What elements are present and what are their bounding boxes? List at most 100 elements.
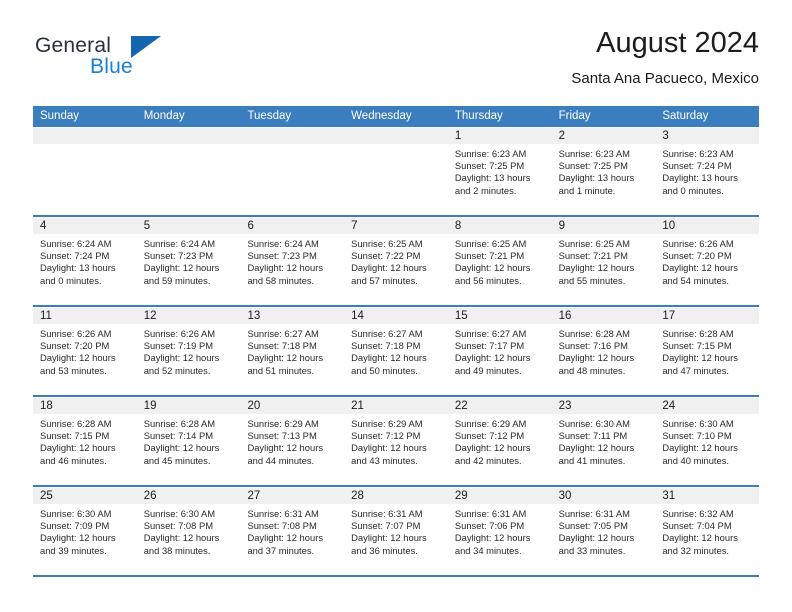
day-sun-info: Sunrise: 6:28 AM Sunset: 7:15 PM Daylight:… (655, 324, 759, 377)
day-number: 12 (143, 310, 157, 322)
day-cell[interactable]: 25 Sunrise: 6:30 AM Sunset: 7:09 PM Dayligh… (33, 487, 137, 575)
sunrise-text: Sunrise: 6:26 AM (662, 238, 734, 249)
day-cell[interactable]: 23 Sunrise: 6:30 AM Sunset: 7:11 PM Dayligh… (551, 397, 656, 485)
day-number-band (136, 127, 241, 144)
day-cell[interactable]: 31 Sunrise: 6:32 AM Sunset: 7:04 PM Dayligh… (655, 487, 760, 575)
daylight-text-line1: Daylight: 12 hours (558, 262, 635, 274)
sunset-text: Sunset: 7:24 PM (40, 250, 110, 262)
day-number: 24 (662, 400, 676, 412)
sunrise-text: Sunrise: 6:25 AM (454, 238, 527, 249)
day-sun-info: Sunrise: 6:25 AM Sunset: 7:21 PM Daylight:… (448, 234, 552, 287)
day-number-band: 13 (240, 307, 345, 324)
daylight-text-line1: Daylight: 12 hours (40, 352, 116, 364)
day-cell[interactable]: 1 Sunrise: 6:23 AM Sunset: 7:25 PM Daylight… (447, 127, 552, 215)
day-number: 29 (454, 490, 468, 502)
day-number-band: 25 (33, 487, 137, 504)
day-cell[interactable]: 11 Sunrise: 6:26 AM Sunset: 7:20 PM Dayligh… (33, 307, 137, 395)
day-cell[interactable]: 4 Sunrise: 6:24 AM Sunset: 7:24 PM Daylight… (33, 217, 137, 305)
day-cell[interactable]: 13 Sunrise: 6:27 AM Sunset: 7:18 PM Dayligh… (240, 307, 345, 395)
daylight-text-line2: and 45 minutes. (143, 454, 211, 466)
day-number: 19 (143, 400, 157, 412)
day-number: 7 (351, 220, 358, 232)
sunrise-text: Sunrise: 6:28 AM (558, 328, 630, 339)
week-row: 1 Sunrise: 6:23 AM Sunset: 7:25 PM Daylight… (33, 127, 760, 217)
sunrise-text: Sunrise: 6:30 AM (40, 508, 112, 519)
daylight-text-line1: Daylight: 13 hours (454, 172, 531, 184)
sunset-text: Sunset: 7:22 PM (351, 250, 421, 262)
day-number: 18 (40, 400, 53, 412)
sunrise-text: Sunrise: 6:32 AM (662, 508, 734, 519)
sunset-text: Sunset: 7:17 PM (454, 340, 525, 352)
day-cell[interactable]: 28 Sunrise: 6:31 AM Sunset: 7:07 PM Dayligh… (344, 487, 448, 575)
day-cell[interactable]: 19 Sunrise: 6:28 AM Sunset: 7:14 PM Dayligh… (136, 397, 241, 485)
daylight-text-line2: and 54 minutes. (662, 274, 730, 286)
day-cell[interactable]: 15 Sunrise: 6:27 AM Sunset: 7:17 PM Dayligh… (447, 307, 552, 395)
day-number-band: 2 (551, 127, 656, 144)
weekday-header-friday: Friday (558, 110, 591, 122)
day-number-band: 5 (136, 217, 241, 234)
day-cell[interactable]: 16 Sunrise: 6:28 AM Sunset: 7:16 PM Dayligh… (551, 307, 656, 395)
day-number: 20 (247, 400, 261, 412)
daylight-text-line2: and 39 minutes. (40, 544, 107, 556)
daylight-text-line2: and 2 minutes. (454, 184, 517, 196)
day-number-band: 21 (344, 397, 448, 414)
day-cell[interactable]: 22 Sunrise: 6:29 AM Sunset: 7:12 PM Dayligh… (447, 397, 552, 485)
day-number: 21 (351, 400, 364, 412)
sunrise-text: Sunrise: 6:31 AM (558, 508, 630, 519)
sunset-text: Sunset: 7:23 PM (143, 250, 214, 262)
sunrise-text: Sunrise: 6:26 AM (40, 328, 112, 339)
daylight-text-line2: and 32 minutes. (662, 544, 730, 556)
general-blue-logo[interactable]: General Blue (33, 34, 253, 90)
day-cell[interactable]: 8 Sunrise: 6:25 AM Sunset: 7:21 PM Daylight… (447, 217, 552, 305)
day-cell[interactable]: 9 Sunrise: 6:25 AM Sunset: 7:21 PM Daylight… (551, 217, 656, 305)
sunrise-text: Sunrise: 6:30 AM (143, 508, 216, 519)
daylight-text-line2: and 48 minutes. (558, 364, 626, 376)
day-cell[interactable]: 20 Sunrise: 6:29 AM Sunset: 7:13 PM Dayligh… (240, 397, 345, 485)
day-cell[interactable]: 21 Sunrise: 6:29 AM Sunset: 7:12 PM Dayligh… (344, 397, 448, 485)
day-cell[interactable]: 10 Sunrise: 6:26 AM Sunset: 7:20 PM Dayligh… (655, 217, 760, 305)
day-cell-empty (33, 127, 137, 215)
daylight-text-line2: and 44 minutes. (247, 454, 315, 466)
daylight-text-line1: Daylight: 13 hours (662, 172, 738, 184)
weekday-header-row: Sunday Monday Tuesday Wednesday Thursday… (33, 106, 759, 127)
sunrise-text: Sunrise: 6:31 AM (454, 508, 527, 519)
day-cell[interactable]: 18 Sunrise: 6:28 AM Sunset: 7:15 PM Dayligh… (33, 397, 137, 485)
calendar-grid: Sunday Monday Tuesday Wednesday Thursday… (33, 106, 760, 577)
day-cell[interactable]: 3 Sunrise: 6:23 AM Sunset: 7:24 PM Daylight… (655, 127, 760, 215)
day-cell[interactable]: 2 Sunrise: 6:23 AM Sunset: 7:25 PM Daylight… (551, 127, 656, 215)
day-number-band: 20 (240, 397, 345, 414)
day-number: 4 (40, 220, 47, 232)
daylight-text-line2: and 56 minutes. (454, 274, 522, 286)
day-cell[interactable]: 30 Sunrise: 6:31 AM Sunset: 7:05 PM Dayligh… (551, 487, 656, 575)
daylight-text-line2: and 37 minutes. (247, 544, 315, 556)
day-cell[interactable]: 24 Sunrise: 6:30 AM Sunset: 7:10 PM Dayligh… (655, 397, 760, 485)
daylight-text-line1: Daylight: 12 hours (662, 532, 738, 544)
sunset-text: Sunset: 7:13 PM (247, 430, 317, 442)
sunset-text: Sunset: 7:12 PM (351, 430, 421, 442)
day-number: 16 (558, 310, 572, 322)
day-cell[interactable]: 6 Sunrise: 6:24 AM Sunset: 7:23 PM Daylight… (240, 217, 345, 305)
day-sun-info: Sunrise: 6:28 AM Sunset: 7:15 PM Daylight:… (33, 414, 137, 467)
day-number-band: 22 (447, 397, 552, 414)
day-cell[interactable]: 12 Sunrise: 6:26 AM Sunset: 7:19 PM Dayligh… (136, 307, 241, 395)
sunset-text: Sunset: 7:05 PM (558, 520, 628, 532)
sunset-text: Sunset: 7:20 PM (40, 340, 110, 352)
day-cell[interactable]: 17 Sunrise: 6:28 AM Sunset: 7:15 PM Dayligh… (655, 307, 760, 395)
day-sun-info: Sunrise: 6:31 AM Sunset: 7:08 PM Daylight:… (240, 504, 344, 557)
week-row: 11 Sunrise: 6:26 AM Sunset: 7:20 PM Dayligh… (33, 307, 760, 397)
sunset-text: Sunset: 7:18 PM (351, 340, 421, 352)
daylight-text-line1: Daylight: 12 hours (454, 262, 531, 274)
day-cell[interactable]: 29 Sunrise: 6:31 AM Sunset: 7:06 PM Dayligh… (447, 487, 552, 575)
daylight-text-line1: Daylight: 12 hours (143, 262, 220, 274)
daylight-text-line2: and 33 minutes. (558, 544, 626, 556)
day-cell[interactable]: 5 Sunrise: 6:24 AM Sunset: 7:23 PM Daylight… (136, 217, 241, 305)
day-cell[interactable]: 14 Sunrise: 6:27 AM Sunset: 7:18 PM Dayligh… (344, 307, 448, 395)
day-number-band: 16 (551, 307, 656, 324)
day-cell[interactable]: 27 Sunrise: 6:31 AM Sunset: 7:08 PM Dayligh… (240, 487, 345, 575)
day-number-band: 6 (240, 217, 345, 234)
sunrise-text: Sunrise: 6:23 AM (662, 148, 734, 159)
weekday-header-monday: Monday (143, 110, 185, 122)
day-cell[interactable]: 26 Sunrise: 6:30 AM Sunset: 7:08 PM Dayligh… (136, 487, 241, 575)
day-cell[interactable]: 7 Sunrise: 6:25 AM Sunset: 7:22 PM Daylight… (344, 217, 448, 305)
day-cell-empty (136, 127, 241, 215)
